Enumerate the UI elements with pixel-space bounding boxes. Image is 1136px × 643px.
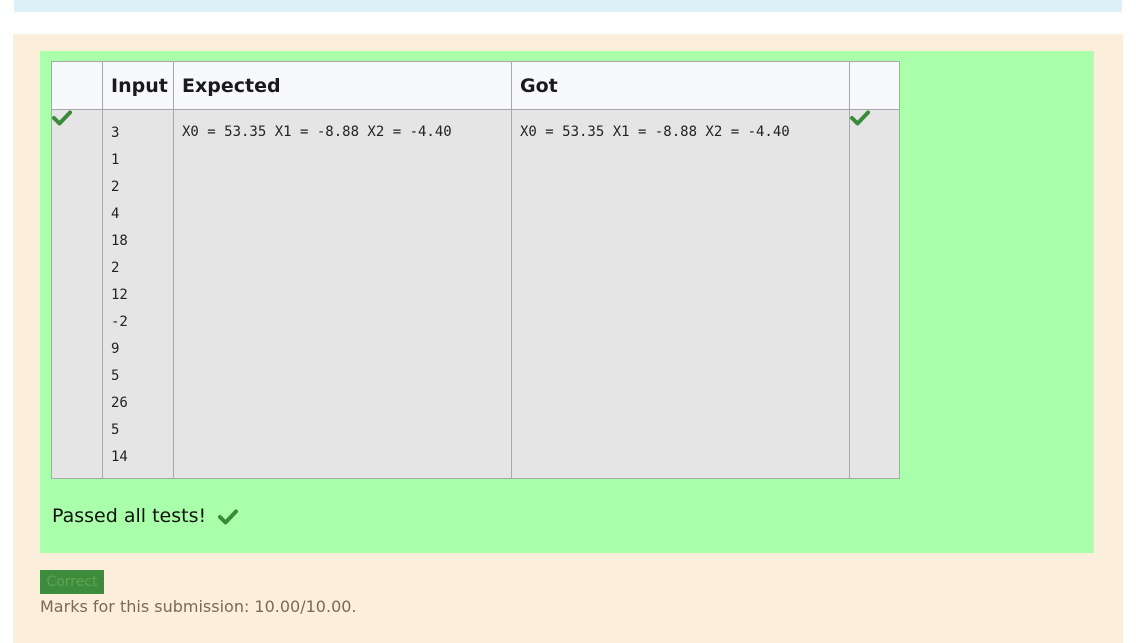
input-line: 3 [111, 125, 120, 141]
row-result-cell [849, 109, 900, 479]
passed-text: Passed all tests! [52, 505, 207, 527]
row-status-cell [51, 109, 103, 479]
got-output: X0 = 53.35 X1 = -8.88 X2 = -4.40 [520, 124, 790, 140]
got-cell: X0 = 53.35 X1 = -8.88 X2 = -4.40 [511, 109, 850, 479]
input-line: 18 [111, 233, 128, 249]
header-got: Got [511, 61, 850, 110]
correct-badge: Correct [40, 570, 104, 594]
header-status [51, 61, 103, 110]
input-line: 5 [111, 368, 120, 384]
test-results-box: Input Expected Got 3 1 2 4 18 2 12 -2 9 … [40, 51, 1094, 553]
input-line: 9 [111, 341, 120, 357]
input-line: 12 [111, 287, 128, 303]
input-line: 2 [111, 179, 120, 195]
expected-cell: X0 = 53.35 X1 = -8.88 X2 = -4.40 [173, 109, 512, 479]
input-cell: 3 1 2 4 18 2 12 -2 9 5 26 5 14 [102, 109, 174, 479]
input-line: 14 [111, 449, 128, 465]
input-lines: 3 1 2 4 18 2 12 -2 9 5 26 5 14 [103, 110, 173, 474]
marks-text: Marks for this submission: 10.00/10.00. [40, 597, 357, 616]
top-strip [14, 0, 1122, 12]
results-table: Input Expected Got 3 1 2 4 18 2 12 -2 9 … [51, 61, 900, 479]
input-line: 2 [111, 260, 120, 276]
table-header-row: Input Expected Got [51, 61, 900, 110]
check-icon [52, 110, 72, 126]
header-input: Input [102, 61, 174, 110]
input-line: 5 [111, 422, 120, 438]
input-line: 4 [111, 206, 120, 222]
header-expected: Expected [173, 61, 512, 110]
question-feedback-panel: Input Expected Got 3 1 2 4 18 2 12 -2 9 … [13, 34, 1123, 643]
input-line: 26 [111, 395, 128, 411]
input-line: -2 [111, 314, 128, 330]
check-icon [850, 110, 870, 126]
table-row: 3 1 2 4 18 2 12 -2 9 5 26 5 14 X0 = 53.3… [51, 109, 900, 479]
input-line: 1 [111, 152, 120, 168]
passed-all-tests: Passed all tests! [52, 505, 239, 527]
expected-output: X0 = 53.35 X1 = -8.88 X2 = -4.40 [182, 124, 452, 140]
header-result [849, 61, 900, 110]
check-icon [218, 508, 239, 525]
